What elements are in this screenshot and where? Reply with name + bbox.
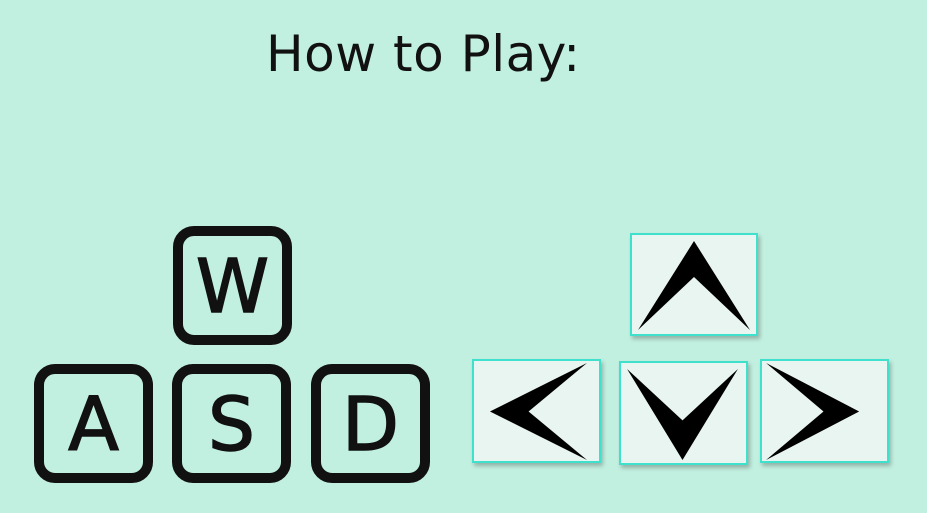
arrow-left-icon <box>489 362 587 460</box>
up-arrow-key <box>630 233 758 336</box>
arrow-down-icon <box>627 368 738 461</box>
w-key-label: W <box>196 244 269 330</box>
a-key-icon: A <box>34 364 153 483</box>
w-key-icon: W <box>173 226 292 345</box>
s-key: S <box>172 364 291 483</box>
arrow-right-icon <box>766 362 860 460</box>
down-arrow-key <box>619 361 748 465</box>
right-arrow-key <box>760 359 889 463</box>
w-key: W <box>173 226 292 345</box>
d-key: D <box>311 364 430 483</box>
d-key-icon: D <box>311 364 430 483</box>
page-title: How to Play: <box>266 25 581 83</box>
a-key: A <box>34 364 153 483</box>
left-arrow-key <box>472 359 601 463</box>
d-key-label: D <box>342 382 399 468</box>
s-key-label: S <box>208 382 255 468</box>
a-key-label: A <box>68 382 119 468</box>
arrow-up-icon <box>638 241 750 330</box>
s-key-icon: S <box>172 364 291 483</box>
